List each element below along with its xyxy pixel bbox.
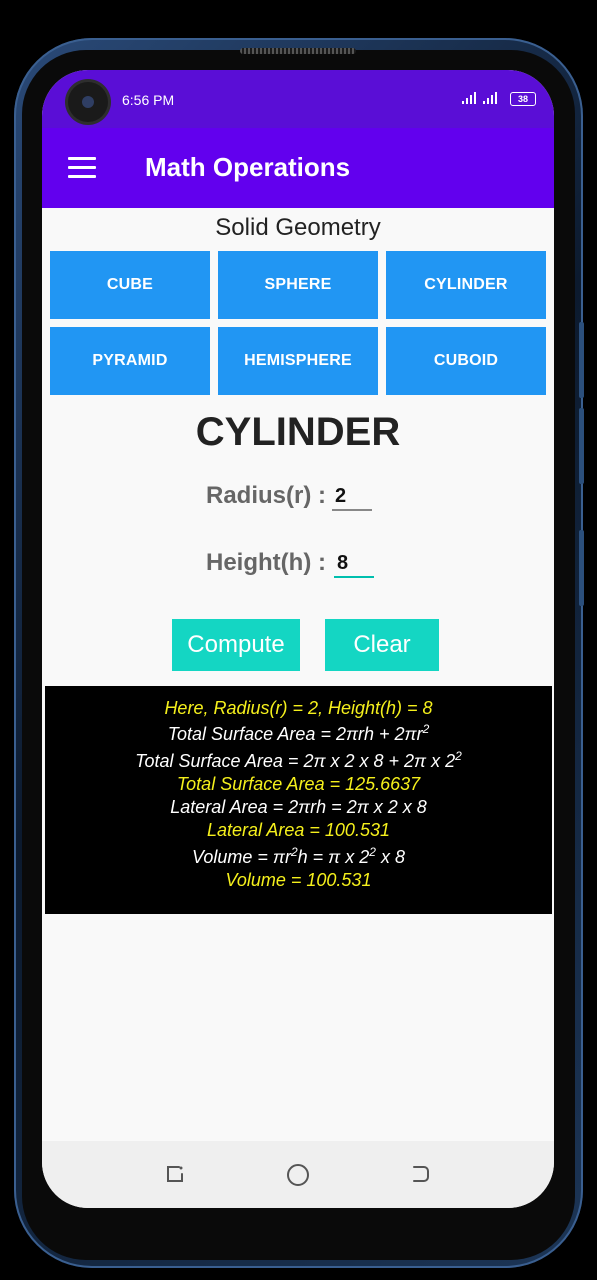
volume-up-button (579, 322, 584, 398)
result-lateral-value: Lateral Area = 100.531 (207, 820, 390, 840)
app-bar: Math Operations (42, 128, 554, 208)
height-input[interactable]: 8 (334, 551, 374, 578)
recent-apps-icon[interactable] (164, 1163, 186, 1190)
power-button (579, 530, 584, 606)
volume-down-button (579, 408, 584, 484)
radius-label: Radius(r) : (206, 482, 326, 509)
height-label: Height(h) : (206, 549, 326, 576)
system-nav-bar (42, 1141, 554, 1208)
result-tsa-formula: Total Surface Area = 2πrh + 2πr2 (167, 722, 430, 744)
home-icon[interactable] (286, 1163, 310, 1192)
clear-button[interactable]: Clear (325, 619, 439, 671)
result-tsa-substituted: Total Surface Area = 2π x 2 x 8 + 2π x 2… (135, 749, 462, 771)
status-bar: 6:56 PM 38 (42, 70, 554, 128)
earpiece-speaker (240, 48, 356, 54)
hemisphere-button[interactable]: HEMISPHERE (218, 327, 378, 395)
cylinder-button[interactable]: CYLINDER (386, 251, 546, 319)
back-icon[interactable] (410, 1163, 432, 1190)
screen: 6:56 PM 38 Math Operations Solid Geometr… (42, 70, 554, 1208)
compute-button[interactable]: Compute (172, 619, 300, 671)
result-lateral-formula: Lateral Area = 2πrh = 2π x 2 x 8 (170, 797, 427, 817)
front-camera (68, 82, 108, 122)
signal-icon (483, 92, 497, 104)
result-given-values: Here, Radius(r) = 2, Height(h) = 8 (164, 698, 433, 718)
result-panel: Here, Radius(r) = 2, Height(h) = 8 Total… (45, 686, 552, 914)
battery-icon: 38 (510, 92, 536, 106)
cube-button[interactable]: CUBE (50, 251, 210, 319)
shape-button-grid: CUBE SPHERE CYLINDER PYRAMID HEMISPHERE … (50, 251, 546, 395)
hamburger-icon[interactable] (68, 157, 96, 179)
selected-shape-heading: CYLINDER (195, 410, 401, 454)
section-title: Solid Geometry (215, 214, 381, 241)
result-volume-formula: Volume = πr2h = π x 22 x 8 (192, 845, 405, 867)
radius-input[interactable]: 2 (332, 484, 372, 511)
status-time: 6:56 PM (122, 92, 175, 108)
sphere-button[interactable]: SPHERE (218, 251, 378, 319)
cuboid-button[interactable]: CUBOID (386, 327, 546, 395)
pyramid-button[interactable]: PYRAMID (50, 327, 210, 395)
result-volume-value: Volume = 100.531 (225, 870, 372, 890)
result-tsa-value: Total Surface Area = 125.6637 (176, 774, 421, 794)
app-title: Math Operations (145, 152, 351, 182)
signal-icon (462, 92, 476, 104)
